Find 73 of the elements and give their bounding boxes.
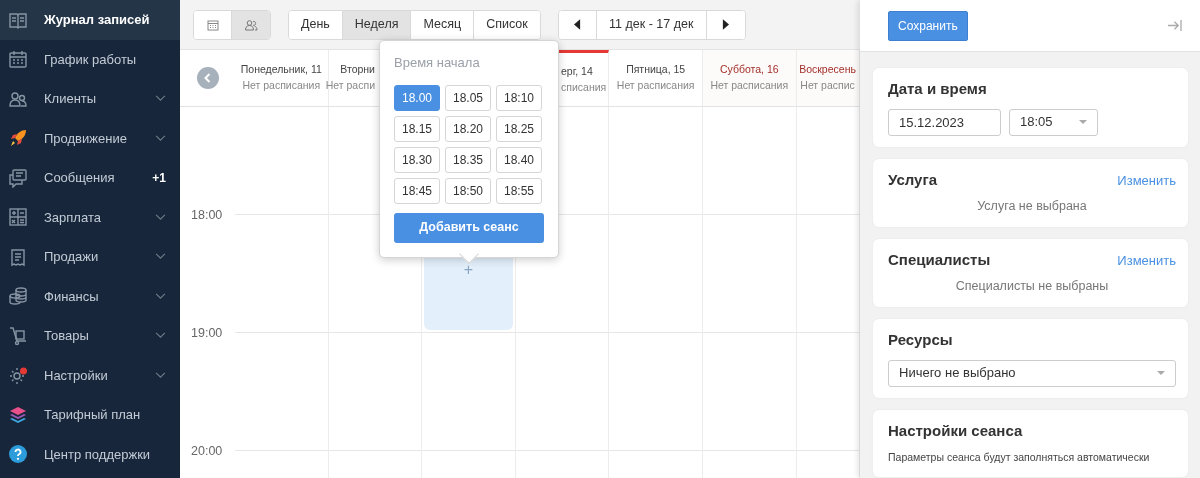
previous-button[interactable] <box>558 10 597 39</box>
hand-truck-icon <box>8 325 28 346</box>
time-option[interactable]: 18:10 <box>496 84 542 111</box>
section-title: Специалисты <box>888 249 991 270</box>
sidebar-item[interactable]: Журнал записей <box>0 0 180 40</box>
day-name: Пятница, 15 <box>626 62 686 78</box>
time-option[interactable]: 18.30 <box>394 146 440 173</box>
schedule-status: Нет расписания <box>242 78 321 93</box>
sidebar-item[interactable]: Финансы <box>0 276 180 316</box>
sidebar-item[interactable]: Центр поддержки <box>0 434 180 474</box>
empty-message: Услуга не выбрана <box>976 198 1088 215</box>
day-name: ерг, 14 <box>561 63 593 79</box>
unread-count: +1 <box>152 169 166 187</box>
right-triangle-icon <box>722 19 730 31</box>
section-description: Параметры сеанса будут заполняться автоматически <box>888 450 1151 465</box>
day-name: Понедельник, 11 <box>240 62 322 78</box>
dropdown-caret-icon <box>1079 120 1087 124</box>
dropdown-caret-icon <box>1157 371 1165 375</box>
calendar-icon <box>206 17 220 32</box>
schedule-status: Нет распис <box>800 78 855 93</box>
schedule-status: списания <box>561 79 607 95</box>
resources-select[interactable]: Ничего не выбрано <box>888 359 1176 387</box>
time-option[interactable]: 18:45 <box>394 177 440 204</box>
view-tab[interactable]: Неделя <box>342 10 412 39</box>
hour-label: 19:00 <box>191 325 223 342</box>
sidebar-item[interactable]: График работы <box>0 39 180 79</box>
view-tab[interactable]: День <box>289 10 343 39</box>
day-name: Воскресень <box>799 62 856 78</box>
sidebar-item[interactable]: Тарифный план <box>0 395 180 435</box>
empty-message: Специалисты не выбраны <box>954 278 1110 296</box>
day-name: Вторни <box>340 62 375 78</box>
collapse-icon[interactable] <box>1167 19 1182 32</box>
hour-label: 20:00 <box>191 443 223 460</box>
calculator-icon <box>8 207 28 228</box>
section-title: Услуга <box>888 169 937 190</box>
time-select[interactable]: 18:05 <box>1009 108 1098 136</box>
back-button[interactable] <box>196 67 219 89</box>
sidebar-item[interactable]: Сообщения +1 <box>0 158 180 198</box>
coins-icon <box>8 286 28 307</box>
help-icon <box>8 444 28 465</box>
chat-icon <box>8 167 28 188</box>
calendar-icon <box>8 49 28 70</box>
time-option[interactable]: 18.20 <box>445 115 491 142</box>
left-triangle-icon <box>573 19 581 31</box>
layers-icon <box>8 404 28 425</box>
sidebar-item[interactable]: Товары <box>0 316 180 356</box>
rocket-icon <box>8 128 28 149</box>
popover-title: Время начала <box>394 54 481 72</box>
section-title: Ресурсы <box>888 330 953 350</box>
time-option[interactable]: 18.35 <box>445 146 491 173</box>
schedule-status: Нет расписания <box>710 78 789 93</box>
time-option[interactable]: 18.25 <box>496 115 542 142</box>
sidebar-item[interactable]: Продвижение <box>0 118 180 158</box>
sidebar-item[interactable]: Клиенты <box>0 79 180 119</box>
people-icon <box>244 17 258 32</box>
hour-label: 18:00 <box>191 207 223 224</box>
section-title: Настройки сеанса <box>888 420 1023 441</box>
time-option[interactable]: 18.15 <box>394 115 440 142</box>
schedule-status: Нет расписания <box>616 78 695 93</box>
time-option[interactable]: 18.40 <box>496 146 542 173</box>
receipt-icon <box>8 246 28 267</box>
schedule-status: Нет распи <box>325 78 375 93</box>
day-name: Суббота, 16 <box>719 62 779 78</box>
section-title: Дата и время <box>888 79 987 99</box>
sidebar-item[interactable]: Продажи <box>0 237 180 277</box>
sidebar-item[interactable]: Зарплата <box>0 197 180 237</box>
time-option[interactable]: 18.05 <box>445 84 491 111</box>
date-field[interactable]: 15.12.2023 <box>888 108 1001 136</box>
time-option[interactable]: 18:50 <box>445 177 491 204</box>
sidebar-item[interactable]: Настройки <box>0 355 180 395</box>
view-mode-button[interactable] <box>194 10 232 39</box>
time-option[interactable]: 18:55 <box>496 177 542 204</box>
view-mode-button[interactable] <box>232 10 270 39</box>
